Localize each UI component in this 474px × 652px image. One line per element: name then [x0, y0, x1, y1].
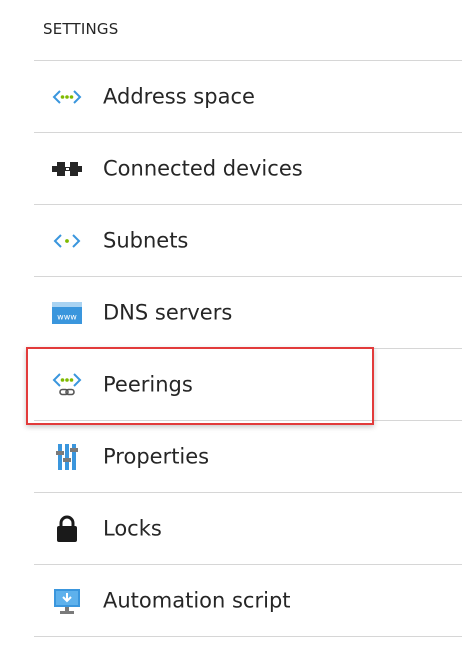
automation-script-icon [52, 586, 82, 616]
menu-item-properties[interactable]: Properties [34, 421, 462, 493]
menu-item-label: Connected devices [103, 156, 303, 181]
menu-item-connected-devices[interactable]: Connected devices [34, 133, 462, 205]
menu-item-label: DNS servers [103, 300, 233, 325]
properties-icon [52, 442, 82, 472]
subnets-icon [52, 226, 82, 256]
address-space-icon [52, 82, 82, 112]
menu-item-label: Address space [103, 84, 255, 109]
settings-header: SETTINGS [43, 20, 119, 38]
menu-item-label: Properties [103, 444, 210, 469]
svg-text:www: www [57, 312, 77, 321]
dns-servers-icon: www [52, 298, 82, 328]
menu-item-peerings[interactable]: Peerings [34, 349, 462, 421]
menu-item-label: Locks [103, 516, 162, 541]
menu-item-address-space[interactable]: Address space [34, 61, 462, 133]
menu-item-subnets[interactable]: Subnets [34, 205, 462, 277]
menu-item-dns-servers[interactable]: www DNS servers [34, 277, 462, 349]
menu-item-automation-script[interactable]: Automation script [34, 565, 462, 637]
peerings-icon [52, 370, 82, 400]
lock-icon [52, 514, 82, 544]
menu-item-label: Peerings [103, 372, 193, 397]
menu-item-locks[interactable]: Locks [34, 493, 462, 565]
menu-item-label: Subnets [103, 228, 189, 253]
connected-devices-icon [52, 154, 82, 184]
menu-item-label: Automation script [103, 588, 291, 613]
settings-menu: Address space Connected devices Subnets [34, 60, 462, 637]
